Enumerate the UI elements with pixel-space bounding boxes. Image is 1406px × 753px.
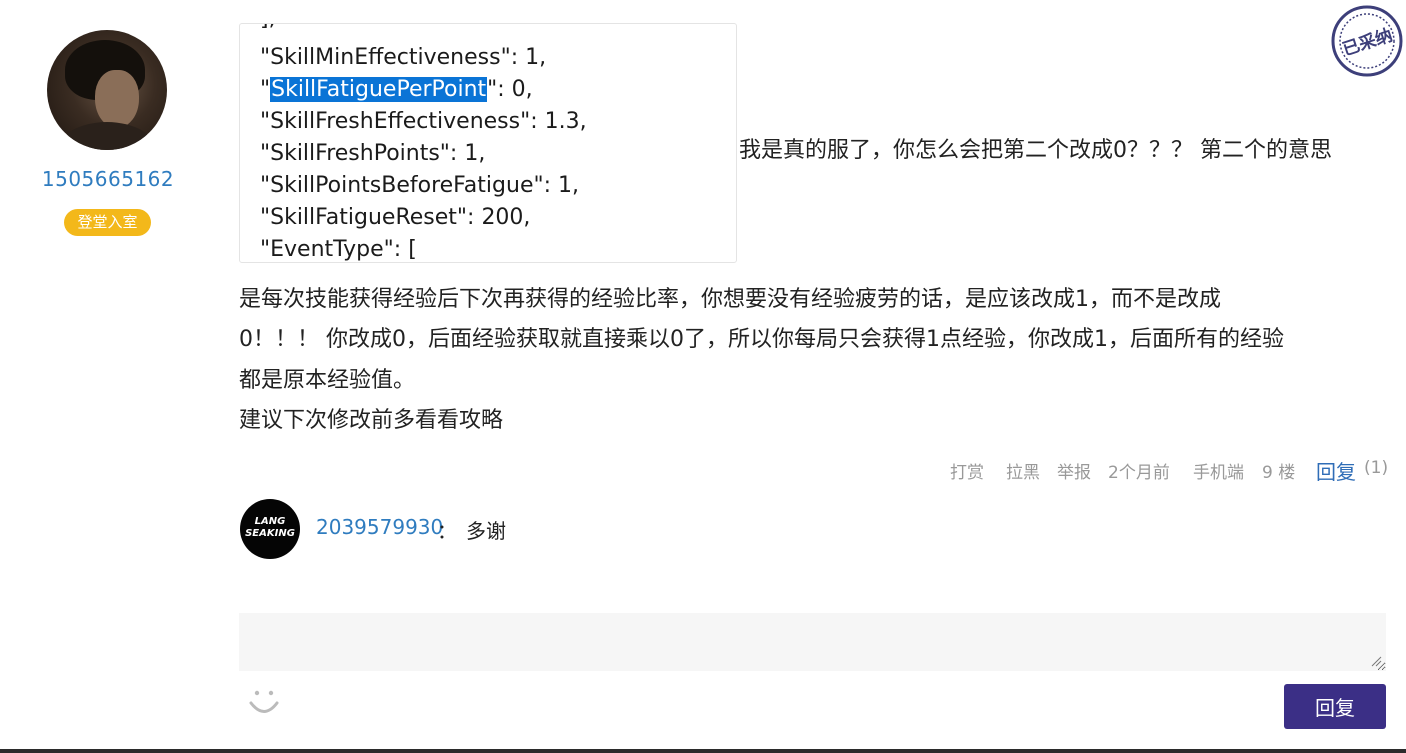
avatar-logo-text: LANG — [254, 516, 286, 527]
sub-reply-avatar[interactable]: LANG SEAKING — [240, 499, 300, 559]
sub-reply-colon: ： — [437, 519, 457, 543]
code-line: "SkillFreshEffectiveness": 1.3, — [260, 109, 587, 134]
bottom-border — [0, 749, 1406, 753]
reply-textarea[interactable] — [239, 613, 1386, 671]
reward-link[interactable]: 打赏 — [950, 458, 984, 483]
emoji-icon[interactable] — [246, 684, 282, 720]
post-paragraph-line: 是每次技能获得经验后下次再获得的经验比率，你想要没有经验疲劳的话，是应该改成1，… — [239, 287, 1222, 312]
code-line: "SkillMinEffectiveness": 1, — [260, 45, 547, 70]
floor-number: 9 楼 — [1262, 463, 1296, 483]
code-line-highlighted: "SkillFatiguePerPoint": 0, — [260, 77, 533, 102]
avatar-logo-text: SEAKING — [245, 528, 295, 539]
code-highlight: SkillFatiguePerPoint — [270, 77, 488, 102]
resize-handle-icon[interactable] — [1370, 655, 1382, 667]
code-line: "SkillPointsBeforeFatigue": 1, — [260, 173, 579, 198]
report-link[interactable]: 举报 — [1057, 458, 1091, 483]
code-screenshot[interactable]: ], "SkillMinEffectiveness": 1, "SkillFat… — [239, 23, 737, 263]
adopted-stamp-icon: 已采纳 — [1331, 5, 1403, 77]
block-link[interactable]: 拉黑 — [1006, 458, 1040, 483]
post-time: 2个月前 — [1108, 463, 1170, 483]
post-paragraph-line: 0！！！ 你改成0，后面经验获取就直接乘以0了，所以你每局只会获得1点经验，你改… — [239, 327, 1284, 352]
sub-reply-username[interactable]: 2039579930 — [316, 515, 443, 539]
stamp-text: 已采纳 — [1340, 25, 1395, 61]
post-paragraph-line: 都是原本经验值。 — [239, 368, 416, 393]
submit-reply-button[interactable]: 回复 — [1284, 684, 1386, 729]
code-line: "EventType": [ — [260, 237, 417, 262]
reply-count: (1) — [1364, 458, 1389, 478]
user-level-badge: 登堂入室 — [64, 209, 151, 236]
post-device: 手机端 — [1193, 463, 1244, 483]
user-avatar[interactable] — [47, 30, 167, 150]
author-username[interactable]: 1505665162 — [30, 167, 186, 191]
post-inline-text: 我是真的服了，你怎么会把第二个改成0？？？ 第二个的意思 — [739, 138, 1332, 163]
sub-reply-text: 多谢 — [466, 519, 506, 543]
code-line: "SkillFatigueReset": 200, — [260, 205, 531, 230]
post-paragraph-line: 建议下次修改前多看看攻略 — [239, 408, 504, 433]
post-container: 1505665162 登堂入室 已采纳 ], "SkillMinEffectiv… — [0, 0, 1406, 753]
code-line: "SkillFreshPoints": 1, — [260, 141, 486, 166]
reply-toggle-link[interactable]: 回复 — [1316, 456, 1356, 485]
